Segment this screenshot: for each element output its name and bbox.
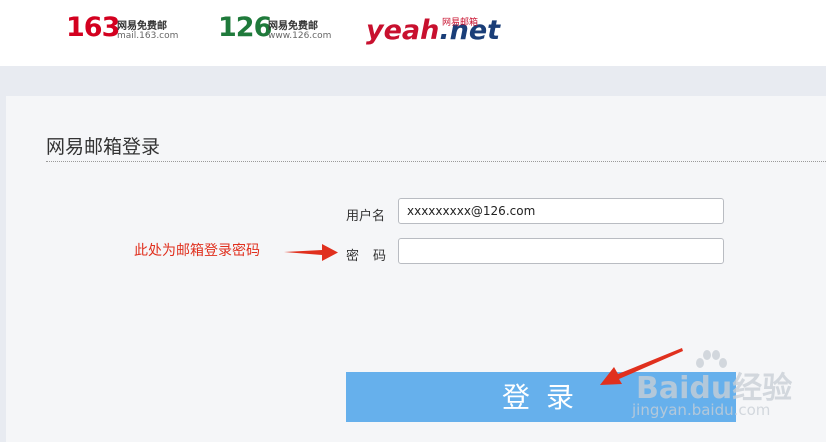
mail-163-logo-number: 163 xyxy=(66,12,120,43)
mail-126-logo[interactable]: 126 网易免费邮 www.126.com xyxy=(218,10,338,50)
annotation-arrow-icon xyxy=(284,244,338,261)
username-label: 用户名 xyxy=(346,209,386,224)
mail-126-logo-name: 网易免费邮 xyxy=(268,21,318,32)
mail-163-logo-domain: mail.163.com xyxy=(117,31,179,41)
mail-126-logo-domain: www.126.com xyxy=(268,31,332,41)
mail-163-logo-name: 网易免费邮 xyxy=(117,21,167,32)
username-input[interactable] xyxy=(398,198,724,224)
title-divider xyxy=(46,161,826,162)
yeah-net-logo-wordmark: yeah.net xyxy=(366,16,500,46)
password-input[interactable] xyxy=(398,238,724,264)
brand-header: 163 网易免费邮 mail.163.com 126 网易免费邮 www.126… xyxy=(0,0,826,66)
yeah-logo-tag: 网易邮箱 xyxy=(442,18,479,28)
mail-126-logo-number: 126 xyxy=(218,12,272,43)
yeah-net-logo[interactable]: yeah.net 网易邮箱 xyxy=(366,10,500,50)
page-title: 网易邮箱登录 xyxy=(46,136,161,158)
mail-163-logo[interactable]: 163 网易免费邮 mail.163.com xyxy=(66,10,186,50)
watermark-url: jingyan.baidu.com xyxy=(632,401,771,419)
yeah-logo-word: yeah xyxy=(366,15,440,46)
password-label: 密码 xyxy=(346,249,401,264)
password-annotation: 此处为邮箱登录密码 xyxy=(134,243,260,259)
baidu-jingyan-watermark: Baidu经验 jingyan.baidu.com xyxy=(632,349,822,429)
